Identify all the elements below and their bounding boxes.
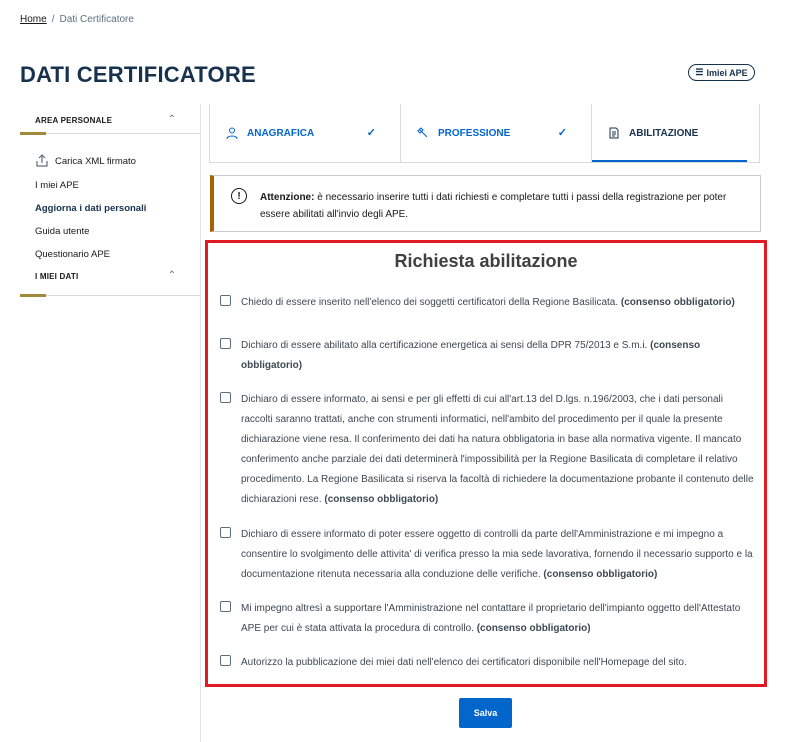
sidebar-item-questionario[interactable]: Questionario APE <box>35 243 200 266</box>
consent-row-1: Chiedo di essere inserito nell'elenco de… <box>220 293 756 313</box>
page-title: DATI CERTIFICATORE <box>20 62 256 87</box>
breadcrumb-separator: / <box>51 14 55 25</box>
sidebar-item-miei-ape[interactable]: I miei APE <box>35 174 200 197</box>
required-tag: (consenso obbligatorio) <box>324 494 439 505</box>
consent-checkbox-6[interactable] <box>220 655 231 666</box>
alert-text: Attenzione: è necessario inserire tutti … <box>260 189 750 223</box>
sidebar-items: Carica XML firmato I miei APE Aggiorna i… <box>20 134 200 272</box>
consent-text-body: Chiedo di essere inserito nell'elenco de… <box>241 297 621 308</box>
consent-checkbox-4[interactable] <box>220 527 231 538</box>
tab-anagrafica[interactable]: ANAGRAFICA ✓ <box>210 104 400 162</box>
exclamation-circle-icon: ! <box>231 188 247 204</box>
consent-checkbox-1[interactable] <box>220 295 231 306</box>
breadcrumb-current: Dati Certificatore <box>59 14 134 25</box>
user-icon <box>226 127 238 139</box>
chevron-up-icon: ⌃ <box>167 270 176 281</box>
consent-row-3: Dichiaro di essere informato, ai sensi e… <box>220 390 756 510</box>
chevron-up-icon: ⌃ <box>167 114 176 125</box>
consent-text: Dichiaro di essere informato di poter es… <box>241 525 756 585</box>
upload-icon <box>36 154 48 167</box>
tab-label: PROFESSIONE <box>438 127 511 139</box>
consent-text-body: Dichiaro di essere abilitato alla certif… <box>241 340 651 351</box>
alert-bold: Attenzione: <box>260 192 315 203</box>
breadcrumb: Home / Dati Certificatore <box>20 14 134 25</box>
miei-ape-button[interactable]: ☰ Imiei APE <box>688 64 755 81</box>
save-button[interactable]: Salva <box>459 698 512 728</box>
tab-abilitazione[interactable]: ABILITAZIONE <box>591 104 759 162</box>
sidebar-item-aggiorna-dati[interactable]: Aggiorna i dati personali <box>35 197 200 220</box>
sidebar: AREA PERSONALE ⌃ Carica XML firmato I mi… <box>20 104 200 297</box>
consent-checkbox-5[interactable] <box>220 601 231 612</box>
consent-row-2: Dichiaro di essere abilitato alla certif… <box>220 336 756 376</box>
consent-text: Dichiaro di essere informato, ai sensi e… <box>241 390 756 510</box>
required-tag: (consenso obbligatorio) <box>476 623 591 634</box>
consent-checkbox-2[interactable] <box>220 338 231 349</box>
sidebar-item-label: Carica XML firmato <box>55 155 136 167</box>
consent-text: Autorizzo la pubblicazione dei miei dati… <box>241 653 756 673</box>
sidebar-section-area-personale[interactable]: AREA PERSONALE ⌃ <box>20 104 200 135</box>
richiesta-abilitazione-panel: Richiesta abilitazione Chiedo di essere … <box>205 240 767 687</box>
sidebar-item-guida-utente[interactable]: Guida utente <box>35 220 200 243</box>
section-accent-bar <box>20 294 46 297</box>
consent-row-5: Mi impegno altresì a supportare l'Ammini… <box>220 599 756 639</box>
panel-title: Richiesta abilitazione <box>394 251 578 271</box>
wrench-icon <box>417 127 428 138</box>
consent-row-6: Autorizzo la pubblicazione dei miei dati… <box>220 653 756 673</box>
consent-text: Mi impegno altresì a supportare l'Ammini… <box>241 599 756 639</box>
consent-text-body: Dichiaro di essere informato, ai sensi e… <box>241 394 754 505</box>
tab-bar: ANAGRAFICA ✓ PROFESSIONE ✓ ABILITAZIONE <box>209 104 760 163</box>
sidebar-section-label: AREA PERSONALE <box>35 116 113 125</box>
vertical-divider <box>200 104 201 742</box>
document-icon <box>609 127 619 139</box>
check-icon: ✓ <box>557 127 567 139</box>
consent-text-body: Autorizzo la pubblicazione dei miei dati… <box>241 657 687 668</box>
check-icon: ✓ <box>366 127 376 139</box>
sidebar-item-carica-xml[interactable]: Carica XML firmato <box>35 148 200 174</box>
breadcrumb-home-link[interactable]: Home <box>20 14 47 25</box>
section-accent-bar <box>20 132 46 135</box>
consent-text: Dichiaro di essere abilitato alla certif… <box>241 336 756 376</box>
list-icon: ☰ <box>695 67 704 77</box>
sidebar-section-miei-dati[interactable]: I MIEI DATI ⌃ <box>20 266 200 297</box>
sidebar-section-label: I MIEI DATI <box>35 272 79 281</box>
consent-text-body: Dichiaro di essere informato di poter es… <box>241 529 753 580</box>
attention-alert: ! Attenzione: è necessario inserire tutt… <box>210 175 761 232</box>
tab-label: ANAGRAFICA <box>247 127 315 139</box>
consent-checkbox-3[interactable] <box>220 392 231 403</box>
miei-ape-button-label: Imiei APE <box>706 67 748 78</box>
tab-label: ABILITAZIONE <box>629 127 699 139</box>
consent-row-4: Dichiaro di essere informato di poter es… <box>220 525 756 585</box>
alert-body: è necessario inserire tutti i dati richi… <box>260 192 727 220</box>
required-tag: (consenso obbligatorio) <box>620 297 735 308</box>
consent-text: Chiedo di essere inserito nell'elenco de… <box>241 293 756 313</box>
required-tag: (consenso obbligatorio) <box>543 569 658 580</box>
tab-professione[interactable]: PROFESSIONE ✓ <box>400 104 591 162</box>
